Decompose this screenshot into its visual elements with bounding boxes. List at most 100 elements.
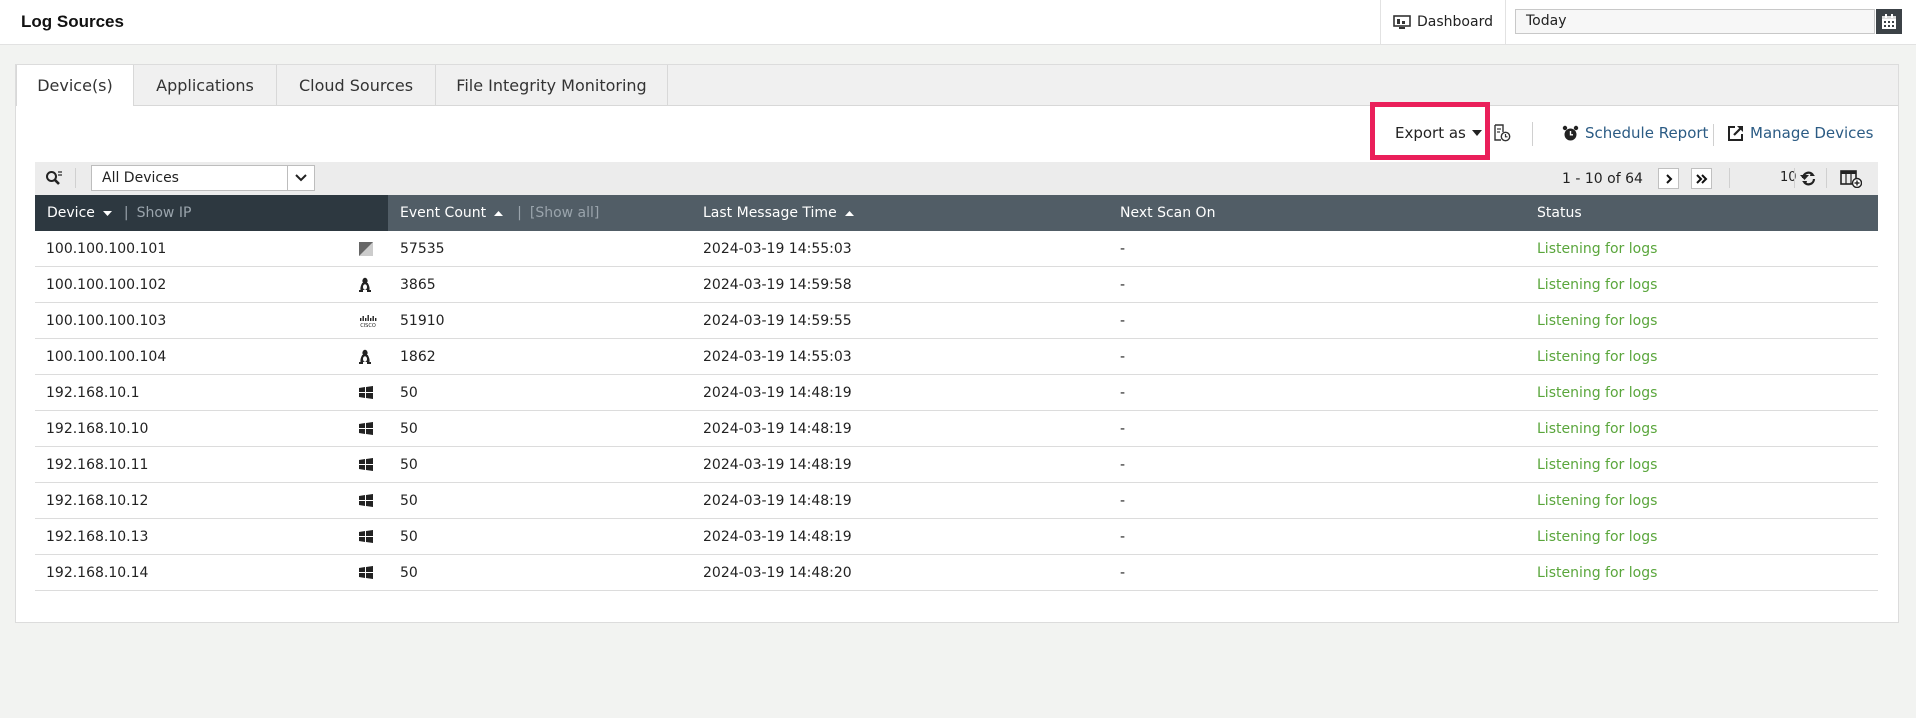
toolbar-divider-2 [1713,124,1714,146]
table-row[interactable]: 100.100.100.102 3865 2024-03-19 14:59:58… [35,267,1878,303]
event-count: 50 [400,384,418,401]
export-as-label: Export as [1395,124,1466,142]
linux-icon [359,349,371,364]
device-ip[interactable]: 192.168.10.14 [46,555,148,590]
device-header-label: Device [47,205,95,221]
last-message-time: 2024-03-19 14:48:20 [703,564,852,581]
device-ip[interactable]: 100.100.100.102 [46,267,166,302]
last-message-time: 2024-03-19 14:48:19 [703,420,852,437]
chevron-right-icon [1665,173,1672,184]
status-text: Listening for logs [1537,240,1658,257]
table-row[interactable]: 192.168.10.12 50 2024-03-19 14:48:19 - L… [35,483,1878,519]
device-ip[interactable]: 100.100.100.103 [46,303,166,338]
event-count: 50 [400,492,418,509]
table-row[interactable]: 192.168.10.10 50 2024-03-19 14:48:19 - L… [35,411,1878,447]
windows-icon [359,458,373,471]
event-count: 1862 [400,348,436,365]
manage-devices-label: Manage Devices [1750,124,1874,142]
next-scan-column-header[interactable]: Next Scan On [1120,195,1215,231]
os-icon-slot [359,411,373,446]
status-column-header[interactable]: Status [1537,195,1582,231]
cisco-icon: CISCO [359,314,377,328]
device-ip[interactable]: 192.168.10.12 [46,483,148,518]
schedule-report-link[interactable]: Schedule Report [1562,124,1708,142]
status-text: Listening for logs [1537,420,1658,437]
event-count: 50 [400,420,418,437]
table-row[interactable]: 100.100.100.103 CISCO 51910 2024-03-19 1… [35,303,1878,339]
status-text: Listening for logs [1537,312,1658,329]
table-row[interactable]: 192.168.10.14 50 2024-03-19 14:48:20 - L… [35,555,1878,591]
next-scan: - [1120,276,1126,293]
device-filter-select[interactable]: All Devices [91,165,315,191]
refresh-icon[interactable] [1800,170,1817,187]
last-message-time: 2024-03-19 14:48:19 [703,492,852,509]
table-row[interactable]: 192.168.10.11 50 2024-03-19 14:48:19 - L… [35,447,1878,483]
last-message-time: 2024-03-19 14:59:55 [703,312,852,329]
pager-divider [1729,168,1730,188]
os-icon-slot [359,483,373,518]
event-count: 57535 [400,240,445,257]
manage-devices-link[interactable]: Manage Devices [1727,124,1873,142]
search-icon[interactable] [45,170,63,187]
header-separator: | [123,205,129,221]
last-page-button[interactable] [1691,168,1712,189]
os-icon-slot [359,267,371,302]
export-as-button[interactable]: Export as [1395,124,1482,142]
status-text: Listening for logs [1537,528,1658,545]
next-scan: - [1120,240,1126,257]
device-ip[interactable]: 192.168.10.13 [46,519,148,554]
device-ip[interactable]: 100.100.100.101 [46,231,166,266]
os-icon-slot [359,231,373,266]
event-count: 50 [400,456,418,473]
column-chooser-icon[interactable] [1840,170,1862,188]
pager-divider-2 [1794,168,1795,188]
calendar-button[interactable] [1876,9,1902,34]
event-count: 3865 [400,276,436,293]
caret-up-icon [844,210,854,216]
status-header-label: Status [1537,205,1582,221]
windows-icon [359,494,373,507]
table-row[interactable]: 192.168.10.1 50 2024-03-19 14:48:19 - Li… [35,375,1878,411]
os-icon-slot [359,375,373,410]
device-ip[interactable]: 192.168.10.1 [46,375,140,410]
tab-devices[interactable]: Device(s) [16,65,134,106]
dashboard-button[interactable]: Dashboard [1380,0,1506,44]
header-separator: | [517,205,522,221]
device-table-body: 100.100.100.101 57535 2024-03-19 14:55:0… [35,231,1878,591]
os-icon-slot: CISCO [359,303,377,338]
table-row[interactable]: 100.100.100.101 57535 2024-03-19 14:55:0… [35,231,1878,267]
tab-cloud-sources[interactable]: Cloud Sources [277,65,436,105]
windows-icon [359,566,373,579]
device-filter-value: All Devices [102,170,179,186]
last-message-time-column-header[interactable]: Last Message Time [703,195,854,231]
event-count-column-header[interactable]: Event Count | [Show all] [400,195,599,231]
external-link-icon [1728,125,1743,141]
last-message-time: 2024-03-19 14:48:19 [703,384,852,401]
scheduled-export-button[interactable] [1493,124,1511,146]
status-text: Listening for logs [1537,564,1658,581]
next-scan: - [1120,348,1126,365]
dashboard-label: Dashboard [1417,14,1493,30]
device-ip[interactable]: 192.168.10.11 [46,447,148,482]
pagination-range: 1 - 10 of 64 [1562,171,1643,187]
next-scan: - [1120,312,1126,329]
table-row[interactable]: 100.100.100.104 1862 2024-03-19 14:55:03… [35,339,1878,375]
tab-file-integrity-monitoring[interactable]: File Integrity Monitoring [436,65,668,105]
device-ip[interactable]: 100.100.100.104 [46,339,166,374]
last-message-time: 2024-03-19 14:48:19 [703,456,852,473]
date-range-field[interactable]: Today [1515,9,1875,34]
device-column-header[interactable]: Device | Show IP [47,195,191,231]
next-page-button[interactable] [1658,168,1679,189]
tab-applications[interactable]: Applications [134,65,277,105]
last-message-time: 2024-03-19 14:59:58 [703,276,852,293]
toolbar-divider [1532,122,1533,146]
next-scan: - [1120,564,1126,581]
svg-text:CISCO: CISCO [360,323,376,328]
monitor-icon [1393,14,1411,29]
table-row[interactable]: 192.168.10.13 50 2024-03-19 14:48:19 - L… [35,519,1878,555]
show-all-link[interactable]: [Show all] [530,205,600,221]
show-ip-link[interactable]: Show IP [137,205,192,221]
device-ip[interactable]: 192.168.10.10 [46,411,148,446]
report-clock-icon [1494,124,1511,142]
next-scan: - [1120,528,1126,545]
